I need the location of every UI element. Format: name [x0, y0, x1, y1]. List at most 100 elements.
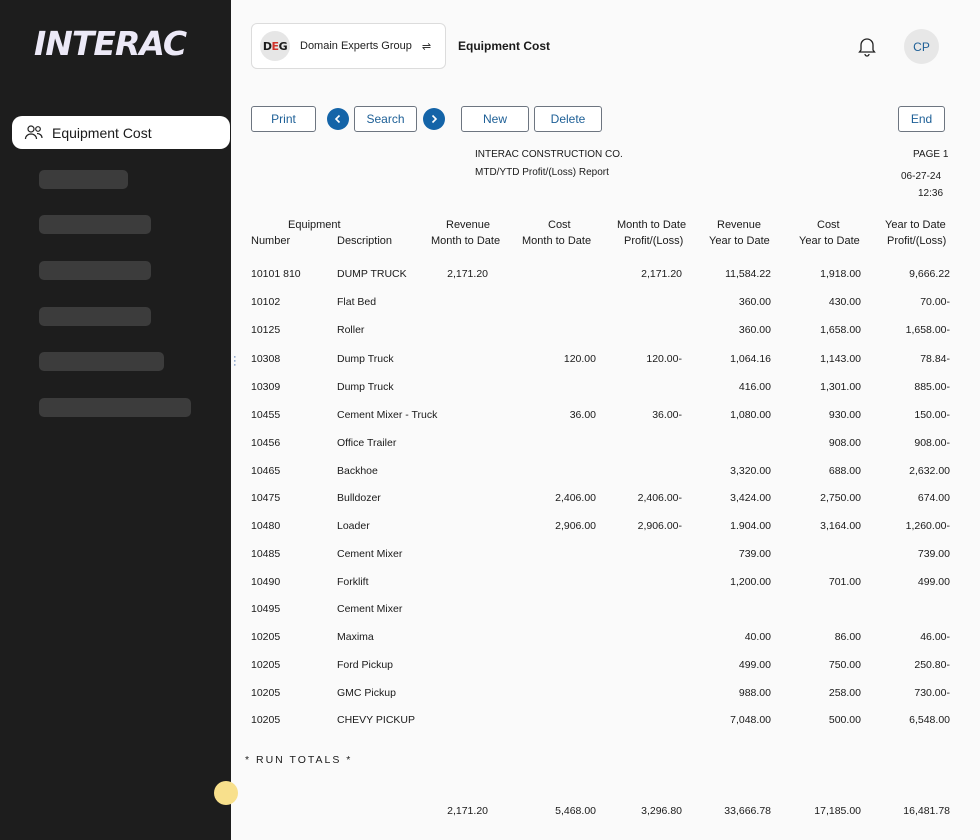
header-pl-mtd-2: Profit/(Loss)	[624, 235, 684, 247]
header-pl-mtd-1: Month to Date	[617, 219, 687, 231]
table-cell-description: Loader	[337, 520, 370, 532]
report-page: PAGE 1	[913, 149, 949, 160]
page-title: Equipment Cost	[458, 39, 550, 53]
table-cell-cost-ytd: 1,918.00	[820, 268, 861, 280]
table-cell-rev-ytd: 499.00	[738, 659, 771, 671]
table-cell-pl-ytd: 730.00-	[914, 687, 950, 699]
previous-button[interactable]	[327, 108, 349, 130]
table-cell-description: Cement Mixer	[337, 548, 403, 560]
search-button[interactable]: Search	[354, 106, 417, 132]
avatar[interactable]: CP	[904, 29, 939, 64]
sidebar-placeholder	[39, 352, 164, 371]
org-logo: DEG	[260, 31, 290, 61]
header-pl-ytd-1: Year to Date	[885, 219, 946, 231]
header-cost-mtd-2: Month to Date	[522, 235, 592, 247]
org-switcher[interactable]: DEG Domain Experts Group ⇌	[251, 23, 446, 69]
table-cell-number: 10101 810	[251, 268, 301, 280]
table-cell-pl-mtd: 2,171.20	[641, 268, 682, 280]
table-cell-pl-ytd: 908.00-	[914, 437, 950, 449]
table-cell-number: 10308	[251, 353, 281, 365]
delete-button[interactable]: Delete	[534, 106, 602, 132]
header-rev-ytd-1: Revenue	[717, 219, 762, 231]
run-totals-label: * RUN TOTALS *	[245, 754, 353, 766]
total-rev-mtd: 2,171.20	[447, 805, 488, 817]
table-cell-pl-ytd: 674.00	[917, 492, 950, 504]
table-cell-cost-ytd: 930.00	[828, 409, 861, 421]
table-cell-pl-ytd: 885.00-	[914, 381, 950, 393]
header-number: Number	[251, 235, 291, 247]
header-rev-mtd-1: Revenue	[446, 219, 491, 231]
table-cell-rev-ytd: 1.904.00	[730, 520, 771, 532]
table-cell-description: Office Trailer	[337, 437, 397, 449]
header-rev-ytd-2: Year to Date	[709, 235, 770, 247]
table-cell-pl-ytd: 78.84-	[920, 353, 950, 365]
table-cell-pl-ytd: 150.00-	[914, 409, 950, 421]
table-cell-description: Bulldozer	[337, 492, 381, 504]
table-cell-pl-ytd: 2,632.00	[909, 465, 950, 477]
table-cell-pl-ytd: 499.00	[917, 576, 950, 588]
table-cell-description: Dump Truck	[337, 381, 394, 393]
table-cell-number: 10475	[251, 492, 281, 504]
table-cell-rev-ytd: 3,320.00	[730, 465, 771, 477]
table-cell-rev-ytd: 360.00	[738, 324, 771, 336]
sidebar-placeholder	[39, 215, 151, 234]
chevron-left-icon	[334, 114, 341, 124]
table-cell-number: 10205	[251, 631, 281, 643]
print-button[interactable]: Print	[251, 106, 316, 132]
sidebar-resize-handle[interactable]: · · ·	[233, 352, 237, 371]
header-rev-mtd-2: Month to Date	[431, 235, 501, 247]
users-icon	[24, 124, 43, 139]
table-cell-description: Cement Mixer	[337, 603, 403, 615]
table-cell-rev-ytd: 360.00	[738, 296, 771, 308]
table-cell-cost-ytd: 258.00	[828, 687, 861, 699]
table-cell-rev-ytd: 739.00	[738, 548, 771, 560]
table-cell-cost-ytd: 430.00	[828, 296, 861, 308]
header-cost-ytd-2: Year to Date	[799, 235, 860, 247]
table-cell-cost-ytd: 688.00	[828, 465, 861, 477]
table-cell-description: Backhoe	[337, 465, 378, 477]
report-time: 12:36	[918, 188, 944, 199]
table-cell-cost-ytd: 2,750.00	[820, 492, 861, 504]
sidebar-item-equipment-cost[interactable]: Equipment Cost	[12, 116, 230, 149]
table-cell-number: 10465	[251, 465, 281, 477]
total-pl-mtd: 3,296.80	[641, 805, 682, 817]
sidebar-placeholder	[39, 261, 151, 280]
table-cell-rev-ytd: 1,080.00	[730, 409, 771, 421]
sidebar-placeholder	[39, 307, 151, 326]
table-cell-number: 10485	[251, 548, 281, 560]
table-cell-description: Maxima	[337, 631, 374, 643]
table-cell-pl-mtd: 2,906.00-	[637, 520, 682, 532]
end-button[interactable]: End	[898, 106, 945, 132]
switch-icon: ⇌	[421, 40, 432, 53]
bell-icon[interactable]	[856, 35, 878, 57]
next-button[interactable]	[423, 108, 445, 130]
table-cell-description: Flat Bed	[337, 296, 377, 308]
org-name: Domain Experts Group	[300, 40, 412, 52]
table-cell-rev-mtd: 2,171.20	[447, 268, 488, 280]
table-cell-pl-ytd: 6,548.00	[909, 714, 950, 726]
table-cell-rev-ytd: 3,424.00	[730, 492, 771, 504]
table-cell-number: 10205	[251, 659, 281, 671]
table-cell-number: 10125	[251, 324, 281, 336]
header-description: Description	[337, 235, 393, 247]
table-cell-pl-ytd: 1,658.00-	[905, 324, 950, 336]
table-cell-description: Dump Truck	[337, 353, 394, 365]
table-cell-rev-ytd: 11,584.22	[725, 268, 771, 280]
table-cell-cost-mtd: 36.00	[569, 409, 596, 421]
interac-logo: INTERAC	[34, 24, 187, 63]
table-cell-cost-ytd: 750.00	[828, 659, 861, 671]
total-pl-ytd: 16,481.78	[903, 805, 950, 817]
table-cell-rev-ytd: 1,200.00	[730, 576, 771, 588]
table-cell-cost-ytd: 908.00	[828, 437, 861, 449]
table-cell-description: Forklift	[337, 576, 369, 588]
table-cell-number: 10455	[251, 409, 281, 421]
table-cell-cost-ytd: 1,301.00	[820, 381, 861, 393]
table-cell-cost-mtd: 2,406.00	[555, 492, 596, 504]
table-cell-cost-ytd: 500.00	[828, 714, 861, 726]
new-button[interactable]: New	[461, 106, 529, 132]
table-cell-rev-ytd: 7,048.00	[730, 714, 771, 726]
table-cell-number: 10205	[251, 687, 281, 699]
table-cell-cost-ytd: 3,164.00	[820, 520, 861, 532]
total-cost-mtd: 5,468.00	[555, 805, 596, 817]
help-bubble[interactable]	[214, 781, 238, 805]
